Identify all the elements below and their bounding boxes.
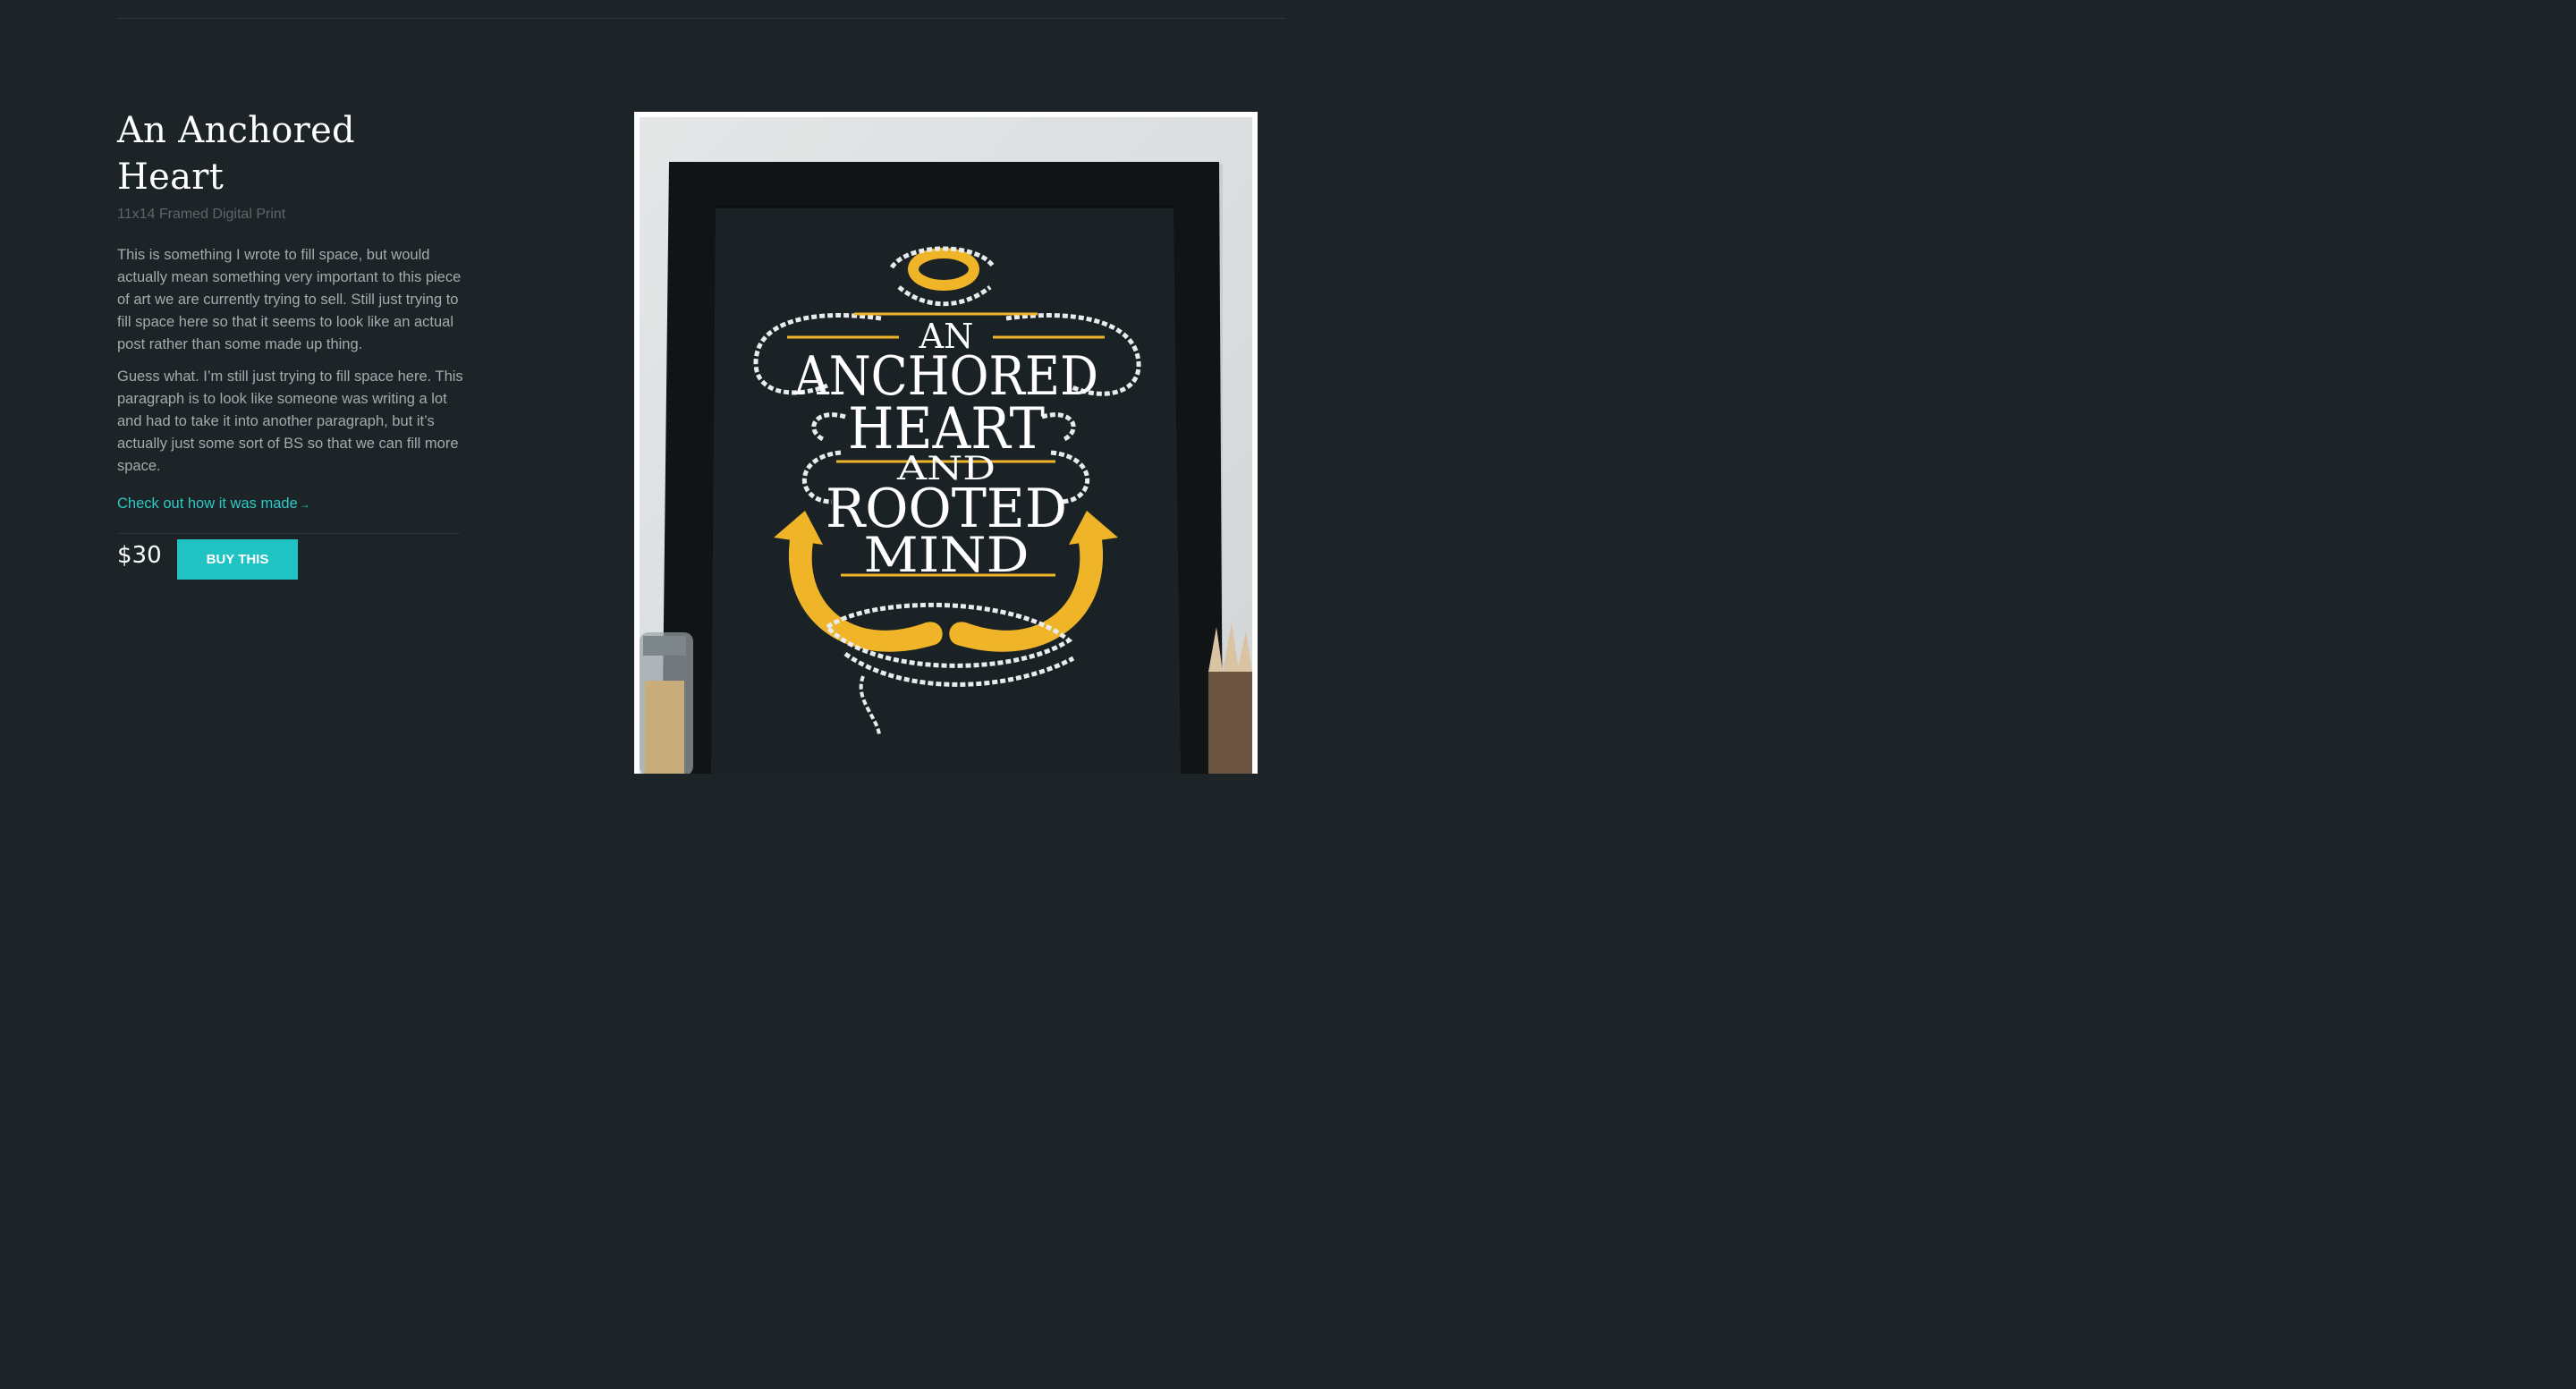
buy-button[interactable]: BUY THIS: [177, 539, 298, 580]
product-subtitle: 11x14 Framed Digital Print: [117, 207, 286, 222]
description-paragraph-2: Guess what. I’m still just trying to fil…: [117, 368, 463, 474]
description-paragraph-1: This is something I wrote to fill space,…: [117, 247, 462, 352]
product-title: An Anchored Heart: [117, 110, 355, 198]
how-it-was-made-link[interactable]: Check out how it was made →: [117, 493, 310, 516]
how-it-was-made-label: Check out how it was made: [117, 495, 298, 512]
price: $30: [117, 541, 162, 569]
pencils-decoration: [1208, 623, 1252, 774]
arrow-right-icon: →: [299, 498, 310, 511]
poster-photo: AN ANCHORED HEART AND ROOTED MIND: [640, 117, 1252, 774]
purchase-row: $30 BUY THIS: [117, 539, 298, 580]
section-divider: [117, 533, 460, 534]
product-info: An Anchored Heart 11x14 Framed Digital P…: [117, 107, 470, 534]
product-image: AN ANCHORED HEART AND ROOTED MIND: [634, 112, 1258, 774]
jar-decoration: [640, 632, 693, 774]
top-divider: [117, 18, 1286, 19]
poster-line-6: MIND: [864, 527, 1030, 583]
